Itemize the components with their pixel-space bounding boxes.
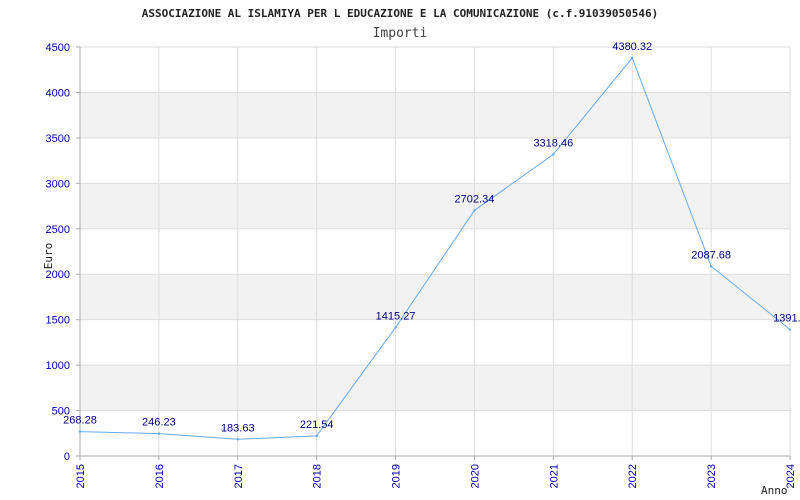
- data-label: 246.23: [142, 417, 176, 429]
- y-axis-label: Euro: [42, 243, 55, 270]
- chart-title: ASSOCIAZIONE AL ISLAMIYA PER L EDUCAZION…: [142, 7, 659, 20]
- y-tick-label: 3500: [46, 133, 70, 145]
- data-label: 2702.34: [455, 193, 495, 205]
- data-point: [631, 56, 634, 60]
- grid-band: [80, 183, 790, 229]
- data-point: [315, 434, 318, 438]
- y-tick-label: 2500: [46, 224, 70, 236]
- x-tick-label: 2023: [706, 464, 718, 488]
- grid-band: [80, 92, 790, 138]
- grid-band: [80, 274, 790, 320]
- data-point: [236, 438, 239, 441]
- chart-subtitle: Importi: [373, 26, 428, 41]
- y-tick-label: 4500: [46, 42, 70, 54]
- plot-background: [80, 92, 790, 411]
- data-point: [78, 430, 82, 433]
- x-tick-label: 2022: [627, 464, 639, 488]
- x-tick-label: 2016: [154, 464, 166, 488]
- y-tick-label: 1500: [46, 315, 70, 327]
- x-tick-label: 2017: [233, 464, 245, 488]
- data-point: [394, 326, 397, 329]
- y-tick-label: 0: [64, 451, 70, 463]
- data-label: 1415.27: [376, 310, 416, 322]
- data-label: 221.54: [300, 419, 334, 431]
- x-tick-label: 2021: [548, 464, 560, 488]
- y-tick-label: 3000: [46, 178, 70, 190]
- grid-band: [80, 365, 790, 411]
- y-tick-label: 1000: [46, 360, 70, 372]
- x-tick-label: 2019: [391, 464, 403, 488]
- x-tick-label: 2018: [312, 464, 324, 488]
- data-point: [709, 265, 713, 268]
- data-point: [157, 432, 161, 435]
- data-label: 4380.32: [612, 41, 652, 53]
- data-point: [552, 153, 555, 156]
- data-label: 1391.3: [773, 313, 800, 325]
- y-tick-label: 2000: [46, 269, 70, 281]
- x-axis-ticks: 2015 2016 2017 2018 2019 2020 2021 2022 2023 2024: [75, 464, 797, 488]
- data-point: [788, 328, 792, 331]
- x-tick-label: 2015: [75, 464, 87, 488]
- line-chart: ASSOCIAZIONE AL ISLAMIYA PER L EDUCAZION…: [42, 7, 800, 497]
- x-axis-label: Anno: [761, 484, 788, 497]
- data-label: 3318.46: [533, 137, 573, 149]
- data-label: 183.63: [221, 422, 255, 434]
- x-tick-label: 2020: [469, 464, 481, 488]
- data-label: 268.28: [63, 415, 97, 427]
- data-point: [473, 209, 476, 212]
- data-label: 2087.68: [691, 249, 731, 261]
- y-tick-label: 4000: [46, 87, 70, 99]
